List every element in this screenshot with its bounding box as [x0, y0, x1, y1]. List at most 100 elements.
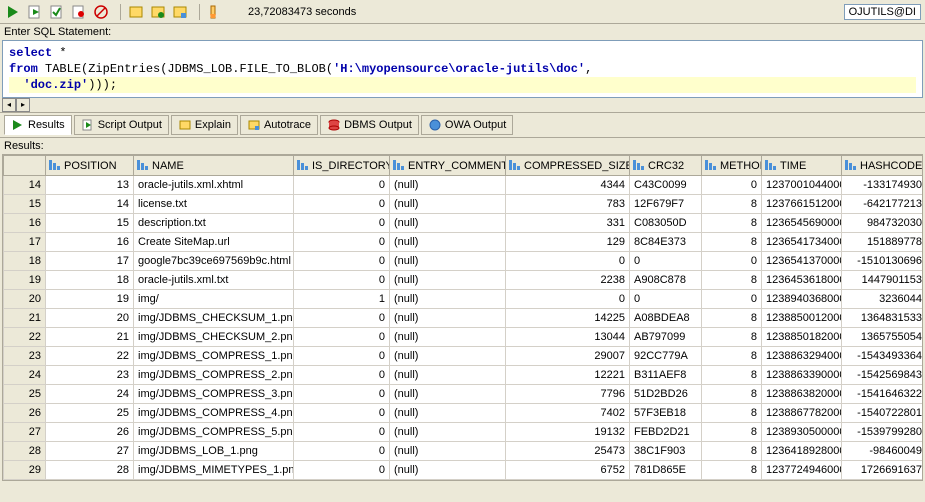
col-method[interactable]: METHOD — [702, 156, 762, 176]
cell-crc: 12F679F7 — [630, 195, 702, 214]
cell-position: 24 — [46, 385, 134, 404]
col-hashcode[interactable]: HASHCODE — [842, 156, 924, 176]
cell-position: 14 — [46, 195, 134, 214]
cell-rownum: 15 — [4, 195, 46, 214]
cell-hash: 1365755054 — [842, 328, 924, 347]
cancel-icon[interactable] — [92, 3, 110, 21]
col-rownum[interactable] — [4, 156, 46, 176]
run-script-icon[interactable] — [26, 3, 44, 21]
table-row[interactable]: 1918oracle-jutils.xml.txt0(null)2238A908… — [4, 271, 924, 290]
cell-rownum: 23 — [4, 347, 46, 366]
table-row[interactable]: 1716Create SiteMap.url0(null)1298C84E373… — [4, 233, 924, 252]
col-isdirectory[interactable]: IS_DIRECTORY — [294, 156, 390, 176]
cell-comment: (null) — [390, 233, 506, 252]
cell-name: img/JDBMS_CHECKSUM_2.png — [134, 328, 294, 347]
status-text: 23,72083473 seconds — [248, 6, 356, 18]
cell-hash: -1540722801 — [842, 404, 924, 423]
cell-position: 15 — [46, 214, 134, 233]
cell-isdir: 0 — [294, 195, 390, 214]
cell-time: 1238940368000 — [762, 290, 842, 309]
cell-name: license.txt — [134, 195, 294, 214]
cell-method: 8 — [702, 328, 762, 347]
cell-isdir: 0 — [294, 271, 390, 290]
cell-csize: 13044 — [506, 328, 630, 347]
scroll-left-icon[interactable]: ◂ — [2, 98, 16, 112]
col-time[interactable]: TIME — [762, 156, 842, 176]
table-row[interactable]: 2524img/JDBMS_COMPRESS_3.png0(null)77965… — [4, 385, 924, 404]
cell-crc: AB797099 — [630, 328, 702, 347]
tab-label: OWA Output — [445, 119, 506, 131]
cell-crc: C43C0099 — [630, 176, 702, 195]
cell-comment: (null) — [390, 461, 506, 480]
owa-icon — [428, 118, 442, 132]
cell-crc: B311AEF8 — [630, 366, 702, 385]
sql-history-icon[interactable] — [127, 3, 145, 21]
toolbar-separator — [199, 4, 200, 20]
cell-time: 1238863820000 — [762, 385, 842, 404]
tab-autotrace[interactable]: Autotrace — [240, 115, 318, 135]
table-row[interactable]: 2928img/JDBMS_MIMETYPES_1.png0(null)6752… — [4, 461, 924, 480]
scroll-right-icon[interactable]: ▸ — [16, 98, 30, 112]
output-tabs: Results Script Output Explain Autotrace … — [0, 112, 925, 138]
table-row[interactable]: 1514license.txt0(null)78312F679F78123766… — [4, 195, 924, 214]
cell-name: img/ — [134, 290, 294, 309]
col-position[interactable]: POSITION — [46, 156, 134, 176]
cell-time: 1237001044000 — [762, 176, 842, 195]
table-row[interactable]: 2827img/JDBMS_LOB_1.png0(null)2547338C1F… — [4, 442, 924, 461]
cell-comment: (null) — [390, 328, 506, 347]
cell-rownum: 24 — [4, 366, 46, 385]
table-row[interactable]: 1413oracle-jutils.xml.xhtml0(null)4344C4… — [4, 176, 924, 195]
table-row[interactable]: 2322img/JDBMS_COMPRESS_1.png0(null)29007… — [4, 347, 924, 366]
clear-icon[interactable] — [206, 3, 224, 21]
table-row[interactable]: 2019img/1(null)00012389403680003236044 — [4, 290, 924, 309]
rollback-icon[interactable] — [70, 3, 88, 21]
commit-icon[interactable] — [48, 3, 66, 21]
col-name[interactable]: NAME — [134, 156, 294, 176]
cell-method: 8 — [702, 461, 762, 480]
cell-method: 8 — [702, 404, 762, 423]
execute-explain-icon[interactable] — [149, 3, 167, 21]
cell-method: 8 — [702, 442, 762, 461]
tab-explain[interactable]: Explain — [171, 115, 238, 135]
cell-position: 21 — [46, 328, 134, 347]
sql-editor[interactable]: select * from TABLE(ZipEntries(JDBMS_LOB… — [3, 41, 922, 97]
table-row[interactable]: 2726img/JDBMS_COMPRESS_5.png0(null)19132… — [4, 423, 924, 442]
tab-results[interactable]: Results — [4, 115, 72, 135]
table-row[interactable]: 2625img/JDBMS_COMPRESS_4.png0(null)74025… — [4, 404, 924, 423]
run-icon[interactable] — [4, 3, 22, 21]
tab-dbms-output[interactable]: DBMS Output — [320, 115, 419, 135]
cell-comment: (null) — [390, 442, 506, 461]
cell-csize: 12221 — [506, 366, 630, 385]
table-row[interactable]: 2221img/JDBMS_CHECKSUM_2.png0(null)13044… — [4, 328, 924, 347]
cell-rownum: 28 — [4, 442, 46, 461]
cell-hash: -642177213 — [842, 195, 924, 214]
cell-rownum: 18 — [4, 252, 46, 271]
cell-crc: 8C84E373 — [630, 233, 702, 252]
autotrace-icon[interactable] — [171, 3, 189, 21]
cell-position: 20 — [46, 309, 134, 328]
cell-position: 17 — [46, 252, 134, 271]
cell-name: img/JDBMS_LOB_1.png — [134, 442, 294, 461]
col-crc32[interactable]: CRC32 — [630, 156, 702, 176]
cell-isdir: 0 — [294, 423, 390, 442]
connection-label[interactable]: OJUTILS@DI — [844, 4, 921, 20]
cell-crc: 57F3EB18 — [630, 404, 702, 423]
table-row[interactable]: 1817google7bc39ce697569b9c.html0(null)00… — [4, 252, 924, 271]
table-row[interactable]: 2423img/JDBMS_COMPRESS_2.png0(null)12221… — [4, 366, 924, 385]
cell-comment: (null) — [390, 176, 506, 195]
cell-isdir: 0 — [294, 347, 390, 366]
table-row[interactable]: 1615description.txt0(null)331C083050D812… — [4, 214, 924, 233]
col-compressed-size[interactable]: COMPRESSED_SIZE — [506, 156, 630, 176]
cell-hash: -1541646322 — [842, 385, 924, 404]
cell-name: oracle-jutils.xml.xhtml — [134, 176, 294, 195]
cell-csize: 19132 — [506, 423, 630, 442]
tab-script-output[interactable]: Script Output — [74, 115, 169, 135]
cell-csize: 4344 — [506, 176, 630, 195]
results-grid[interactable]: POSITION NAME IS_DIRECTORY ENTRY_COMMENT… — [3, 155, 923, 480]
tab-owa-output[interactable]: OWA Output — [421, 115, 513, 135]
cell-hash: 984732030 — [842, 214, 924, 233]
cell-position: 19 — [46, 290, 134, 309]
cell-rownum: 22 — [4, 328, 46, 347]
col-comment[interactable]: ENTRY_COMMENT — [390, 156, 506, 176]
table-row[interactable]: 2120img/JDBMS_CHECKSUM_1.png0(null)14225… — [4, 309, 924, 328]
